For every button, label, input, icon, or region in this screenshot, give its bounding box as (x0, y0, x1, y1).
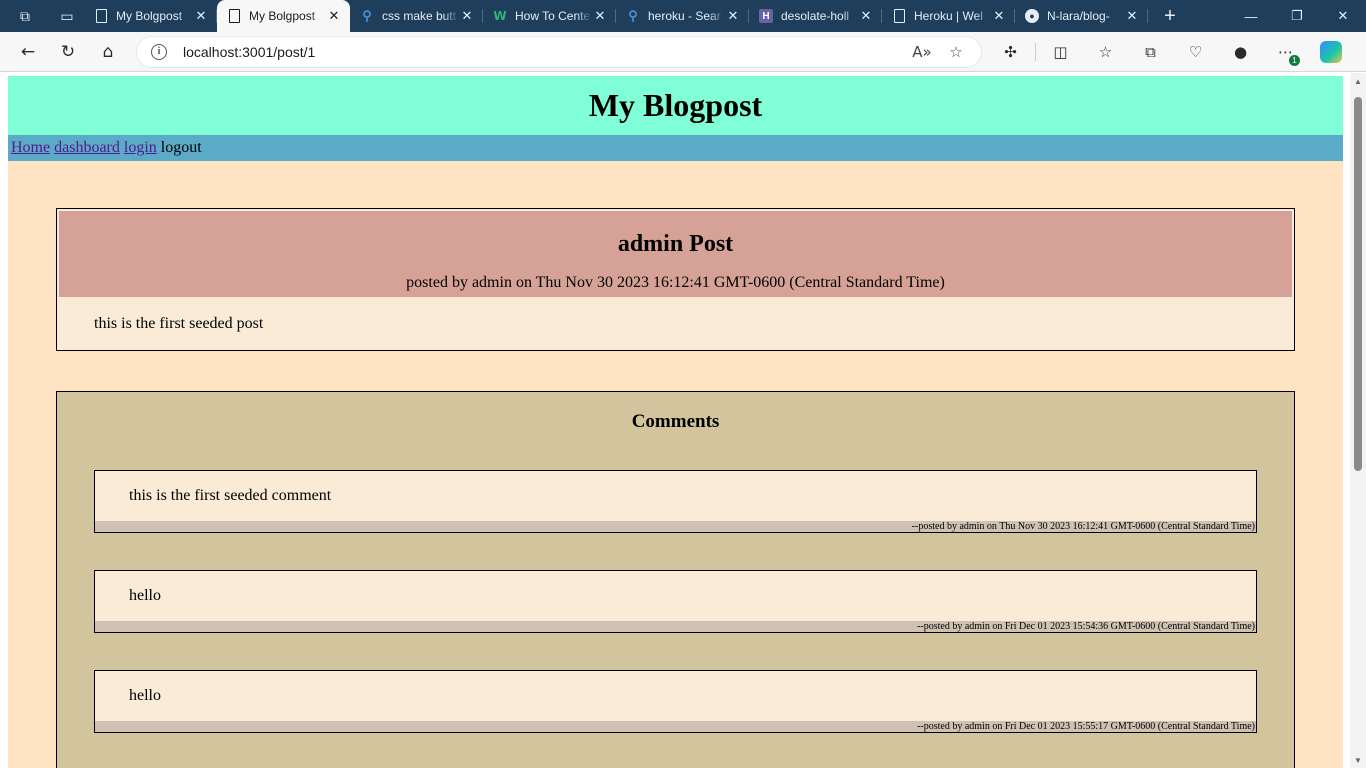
more-menu-icon[interactable]: ⋯ 1 (1263, 36, 1308, 68)
post-card: admin Post posted by admin on Thu Nov 30… (56, 208, 1295, 351)
refresh-icon[interactable]: ↻ (48, 36, 88, 68)
comment-meta: --posted by admin on Fri Dec 01 2023 15:… (95, 721, 1256, 732)
tab-desolate-hollow[interactable]: H desolate-holl ✕ (749, 0, 882, 32)
comment-text: this is the first seeded comment (129, 487, 332, 504)
site-title: My Blogpost (588, 87, 763, 123)
w-icon: W (493, 9, 507, 23)
tab-css-make-button[interactable]: ⚲ css make butt ✕ (350, 0, 483, 32)
read-aloud-icon[interactable]: A» (905, 38, 939, 66)
page-icon (892, 9, 906, 23)
post-title: admin Post (617, 231, 734, 257)
tab-heroku-welcome[interactable]: Heroku | Wel ✕ (882, 0, 1015, 32)
comment-text: hello (129, 687, 161, 704)
page-icon (227, 9, 241, 23)
tab-my-bolgpost-1[interactable]: My Bolgpost ✕ (84, 0, 217, 32)
comment-meta: --posted by admin on Fri Dec 01 2023 15:… (95, 621, 1256, 632)
heroku-icon: H (759, 9, 773, 23)
vertical-scrollbar[interactable]: ▲ ▼ (1350, 73, 1366, 768)
comment-card: this is the first seeded comment --poste… (94, 470, 1257, 533)
extensions-icon[interactable]: ✣ (988, 36, 1033, 68)
comment-text: hello (129, 587, 161, 604)
profile-avatar-icon[interactable]: ● (1218, 36, 1263, 68)
collections-icon[interactable]: ⧉ (1128, 36, 1173, 68)
scrollbar-thumb[interactable] (1354, 97, 1362, 471)
scroll-up-arrow-icon[interactable]: ▲ (1350, 73, 1366, 89)
tab-actions-icon[interactable]: ▭ (50, 0, 84, 32)
close-icon[interactable]: ✕ (459, 8, 475, 24)
post-header: admin Post posted by admin on Thu Nov 30… (59, 211, 1292, 297)
site-wrapper: My Blogpost Home dashboard login logout … (8, 76, 1343, 768)
split-screen-icon[interactable]: ◫ (1038, 36, 1083, 68)
tab-github-blog[interactable]: ● N-lara/blog- ✕ (1015, 0, 1148, 32)
tab-title: My Bolgpost (249, 9, 316, 23)
page-icon (94, 9, 108, 23)
post-body: this is the first seeded post (94, 315, 264, 332)
tab-heroku-search[interactable]: ⚲ heroku - Sear ✕ (616, 0, 749, 32)
tab-how-to-center[interactable]: W How To Cente ✕ (483, 0, 616, 32)
github-icon: ● (1025, 9, 1039, 23)
search-icon: ⚲ (362, 8, 372, 23)
site-header: My Blogpost (8, 76, 1343, 135)
site-nav: Home dashboard login logout (8, 135, 1343, 161)
comments-heading: Comments (631, 411, 720, 432)
info-icon[interactable]: i (151, 43, 167, 60)
comment-meta: --posted by admin on Thu Nov 30 2023 16:… (95, 521, 1256, 532)
favorite-star-icon[interactable]: ☆ (939, 38, 973, 66)
tab-title: heroku - Sear (648, 9, 721, 23)
home-icon[interactable]: ⌂ (88, 36, 128, 68)
close-icon[interactable]: ✕ (725, 8, 741, 24)
close-icon[interactable]: ✕ (592, 8, 608, 24)
tab-title: css make butt (382, 9, 457, 23)
nav-link-dashboard[interactable]: dashboard (54, 139, 120, 157)
new-tab-button[interactable]: + (1152, 0, 1188, 32)
nav-link-login[interactable]: login (124, 139, 157, 157)
tab-title: Heroku | Wel (914, 9, 983, 23)
tab-title: My Bolgpost (116, 9, 183, 23)
close-icon[interactable]: ✕ (991, 8, 1007, 24)
post-meta: posted by admin on Thu Nov 30 2023 16:12… (406, 274, 945, 291)
tab-my-bolgpost-active[interactable]: My Bolgpost ✕ (217, 0, 350, 32)
restore-icon[interactable]: ❐ (1274, 0, 1320, 32)
tab-title: desolate-holl (781, 9, 850, 23)
nav-logout[interactable]: logout (161, 139, 202, 157)
tab-title: How To Cente (515, 9, 591, 23)
close-icon[interactable]: ✕ (858, 8, 874, 24)
comment-card: hello --posted by admin on Fri Dec 01 20… (94, 670, 1257, 733)
close-window-icon[interactable]: ✕ (1320, 0, 1366, 32)
close-icon[interactable]: ✕ (1124, 8, 1140, 24)
tab-title: N-lara/blog- (1047, 9, 1110, 23)
minimize-icon[interactable]: — (1228, 0, 1274, 32)
copilot-icon[interactable] (1308, 36, 1353, 68)
search-icon: ⚲ (628, 8, 638, 23)
workspaces-icon[interactable]: ⧉ (0, 0, 50, 32)
scroll-down-arrow-icon[interactable]: ▼ (1350, 752, 1366, 768)
page-viewport: My Blogpost Home dashboard login logout … (0, 73, 1350, 768)
address-bar[interactable]: i localhost:3001/post/1 A» ☆ (136, 35, 982, 68)
browser-toolbar: ← ↻ ⌂ i localhost:3001/post/1 A» ☆ ✣ ◫ ☆… (0, 32, 1366, 72)
close-icon[interactable]: ✕ (326, 8, 342, 24)
site-main: admin Post posted by admin on Thu Nov 30… (8, 161, 1343, 768)
tab-strip: ⧉ ▭ My Bolgpost ✕ My Bolgpost ✕ ⚲ css ma… (0, 0, 1366, 32)
toolbar-divider (1035, 42, 1036, 61)
comments-section: Comments this is the first seeded commen… (56, 391, 1295, 768)
nav-link-home[interactable]: Home (11, 139, 50, 157)
address-url[interactable]: localhost:3001/post/1 (183, 44, 905, 60)
browser-essentials-icon[interactable]: ♡ (1173, 36, 1218, 68)
close-icon[interactable]: ✕ (193, 8, 209, 24)
notification-badge: 1 (1289, 54, 1300, 66)
back-arrow-icon[interactable]: ← (8, 36, 48, 68)
window-controls: — ❐ ✕ (1228, 0, 1366, 32)
comment-card: hello --posted by admin on Fri Dec 01 20… (94, 570, 1257, 633)
favorites-icon[interactable]: ☆ (1083, 36, 1128, 68)
